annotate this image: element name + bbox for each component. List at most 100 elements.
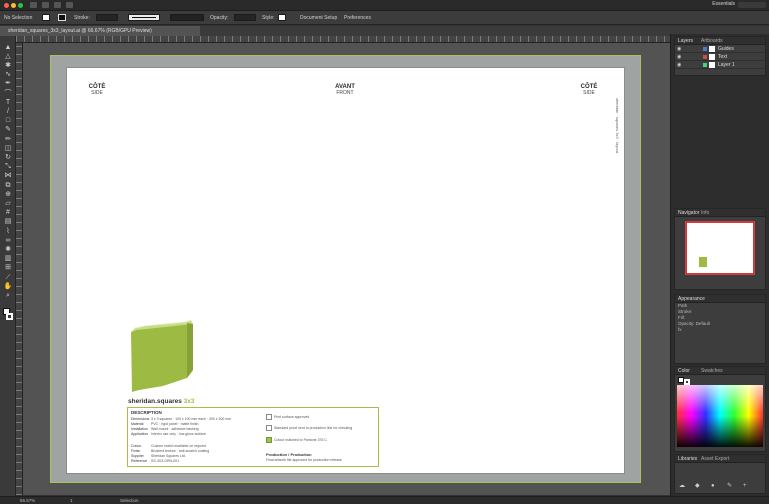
layer-color-chip xyxy=(703,55,707,59)
layer-color-chip xyxy=(703,63,707,67)
workspace-switcher[interactable]: Essentials xyxy=(712,1,735,9)
brush-icon[interactable]: ✎ xyxy=(727,483,733,489)
current-tool: Selection xyxy=(120,498,139,503)
vertical-ruler[interactable] xyxy=(16,43,23,495)
appearance-row[interactable]: fx xyxy=(675,327,765,333)
spec-row: Application Interior use only · low-gloss… xyxy=(131,432,207,436)
minimize-window-button[interactable] xyxy=(11,3,16,8)
arrange-docs-icon[interactable] xyxy=(54,2,61,8)
spec-row: Finish Brushed texture · anti-scratch coa… xyxy=(131,449,210,453)
variable-width-profile[interactable] xyxy=(128,14,160,21)
spec-row: Material PVC · rigid panel · matte finish xyxy=(131,422,199,426)
checkbox-checked[interactable] xyxy=(266,437,272,443)
front-label: AVANT FRONT xyxy=(335,84,355,96)
vertical-caption: sheridan · squares 3x3 · layout xyxy=(615,98,620,153)
tab-asset-export[interactable]: Asset Export xyxy=(701,456,729,462)
right-side-label: CÔTÉ SIDE xyxy=(580,84,598,96)
fill-stroke-swatches[interactable] xyxy=(3,308,13,322)
layer-row[interactable]: ◉ Guides xyxy=(675,45,765,53)
spec-row: Reference SS-3X3-GRN-001 xyxy=(131,459,180,463)
tab-appearance[interactable]: Appearance xyxy=(678,296,705,302)
artboard[interactable]: CÔTÉ SIDE AVANT FRONT CÔTÉ SIDE sheridan… xyxy=(67,68,624,473)
graphic-style-swatch[interactable] xyxy=(278,14,286,21)
stroke-weight-field[interactable] xyxy=(96,14,118,21)
spec-heading: DESCRIPTION xyxy=(131,410,162,415)
left-side-label: CÔTÉ SIDE xyxy=(88,84,106,96)
app-bar: Essentials xyxy=(0,0,769,11)
spec-footer-text: Final artwork file approved for producti… xyxy=(266,458,342,462)
tab-navigator[interactable]: Navigator xyxy=(678,210,699,216)
layer-name: Text xyxy=(718,54,728,60)
brand-title: sheridan.squares 3x3 xyxy=(128,398,195,405)
search-stock-field[interactable] xyxy=(738,2,766,8)
color-icon[interactable]: ● xyxy=(711,483,717,489)
stroke-swatch[interactable] xyxy=(58,14,66,21)
visibility-eye-icon[interactable]: ◉ xyxy=(677,54,681,60)
maximize-window-button[interactable] xyxy=(18,3,23,8)
cloud-icon[interactable]: ☁ xyxy=(679,483,685,489)
layer-color-chip xyxy=(703,47,707,51)
gpu-icon[interactable] xyxy=(66,2,73,8)
document-tab[interactable]: sheridan_squares_3x3_layout.ai @ 66.67% … xyxy=(0,26,200,36)
artboard-navigation[interactable]: 1 xyxy=(70,498,73,503)
libraries-panel-header: Libraries Asset Export xyxy=(675,455,765,463)
tab-layers[interactable]: Layers xyxy=(678,38,693,44)
spec-row: Supplier Sheridan Squares Ltd. xyxy=(131,454,186,458)
tab-libraries[interactable]: Libraries xyxy=(678,456,697,462)
tab-info[interactable]: Info xyxy=(701,210,709,216)
color-panel: Color Swatches xyxy=(674,366,766,452)
visibility-eye-icon[interactable]: ◉ xyxy=(677,46,681,52)
appearance-panel-header: Appearance xyxy=(675,295,765,303)
layer-row[interactable]: ◉ Text xyxy=(675,53,765,61)
navigator-product-thumbnail xyxy=(699,257,707,267)
product-illustration[interactable] xyxy=(129,320,194,392)
layer-thumbnail xyxy=(709,46,715,52)
checkbox-label: Standard proof sent to production line f… xyxy=(274,426,353,430)
tab-swatches[interactable]: Swatches xyxy=(701,368,723,374)
artboard-bleed-area: CÔTÉ SIDE AVANT FRONT CÔTÉ SIDE sheridan… xyxy=(50,55,641,483)
navigator-panel: Navigator Info xyxy=(674,208,766,290)
tab-color[interactable]: Color xyxy=(678,368,690,374)
close-window-button[interactable] xyxy=(4,3,9,8)
libraries-toolbar: ☁ ◆ ● ✎ + xyxy=(675,483,765,493)
layers-panel-header: Layers Artboards xyxy=(675,37,765,45)
checkbox-label: Colour matched to Pantone 376 C xyxy=(274,438,327,442)
spec-row: Colour Custom match available on request xyxy=(131,444,206,448)
tab-strip xyxy=(200,26,670,36)
brush-definition[interactable] xyxy=(170,14,204,21)
opacity-field[interactable] xyxy=(234,14,256,21)
layer-name: Layer 1 xyxy=(718,62,735,68)
horizontal-ruler[interactable] xyxy=(16,36,670,43)
navigator-preview[interactable] xyxy=(685,221,755,275)
stock-icon[interactable] xyxy=(42,2,49,8)
spec-row: Installation Wall mount · adhesive backin… xyxy=(131,427,199,431)
layers-panel: Layers Artboards ◉ Guides ◉ Text ◉ Layer… xyxy=(674,36,766,76)
visibility-eye-icon[interactable]: ◉ xyxy=(677,62,681,68)
canvas[interactable]: CÔTÉ SIDE AVANT FRONT CÔTÉ SIDE sheridan… xyxy=(23,43,670,495)
layer-row[interactable]: ◉ Layer 1 xyxy=(675,61,765,69)
preferences-button[interactable]: Preferences xyxy=(344,15,371,21)
appearance-panel: Appearance Path Stroke: Fill: Opacity: D… xyxy=(674,294,766,364)
document-setup-button[interactable]: Document Setup xyxy=(300,15,337,21)
layer-thumbnail xyxy=(709,62,715,68)
layer-thumbnail xyxy=(709,54,715,60)
checkbox[interactable] xyxy=(266,414,272,420)
bridge-icon[interactable] xyxy=(30,2,37,8)
graphic-icon[interactable]: ◆ xyxy=(695,483,701,489)
document-title: sheridan_squares_3x3_layout.ai @ 66.67% … xyxy=(8,28,152,34)
spec-row: Dimensions 3 x 3 squares · 100 x 100 mm e… xyxy=(131,417,232,421)
fill-swatch[interactable] xyxy=(42,14,50,21)
navigator-panel-header: Navigator Info xyxy=(675,209,765,217)
color-spectrum[interactable] xyxy=(677,385,763,447)
stroke-swatch-icon[interactable] xyxy=(6,313,13,320)
tab-artboards[interactable]: Artboards xyxy=(701,38,723,44)
add-icon[interactable]: + xyxy=(743,483,749,489)
opacity-label: Opacity: xyxy=(210,15,229,21)
control-bar: No Selection Stroke: Opacity: Style: Doc… xyxy=(0,11,769,25)
checkbox-label: Print surface approved xyxy=(274,415,310,419)
style-label: Style: xyxy=(262,15,275,21)
checkbox[interactable] xyxy=(266,425,272,431)
spec-footer-title: Production / Production xyxy=(266,452,312,457)
zoom-tool[interactable]: ⌕ xyxy=(3,290,13,300)
zoom-level[interactable]: 66.67% xyxy=(20,498,35,503)
